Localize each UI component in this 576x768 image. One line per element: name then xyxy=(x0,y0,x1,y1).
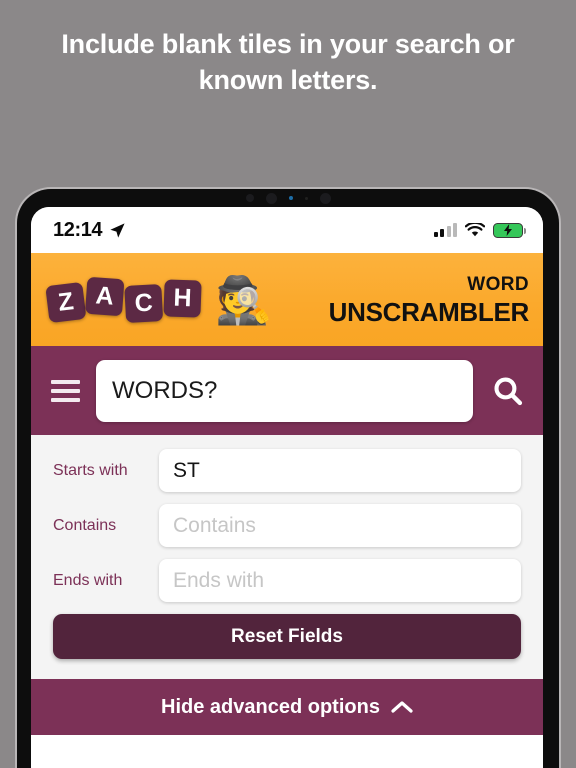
field-row-starts-with: Starts with xyxy=(53,449,521,492)
logo-tile-c: C xyxy=(124,284,164,323)
camera-lens-icon xyxy=(319,192,331,204)
status-bar: 12:14 xyxy=(31,207,543,253)
detective-emoji-icon: 🕵️ xyxy=(215,273,273,326)
ends-with-input[interactable] xyxy=(159,559,521,602)
contains-label: Contains xyxy=(53,516,117,534)
search-input[interactable] xyxy=(96,359,473,422)
camera-lens-icon xyxy=(265,192,277,204)
hide-advanced-options-toggle[interactable]: Hide advanced options xyxy=(31,679,543,735)
search-icon xyxy=(494,376,523,405)
brand-title-unscrambler: UNSCRAMBLER xyxy=(328,296,530,327)
contains-input[interactable] xyxy=(159,504,521,547)
ends-with-label: Ends with xyxy=(53,571,123,589)
app-logo-banner: Z A C H 🕵️ WORD UNSCRAMBLER xyxy=(31,253,543,346)
status-bar-left: 12:14 xyxy=(53,219,126,242)
hide-advanced-options-label: Hide advanced options xyxy=(161,695,380,718)
brand-title-word: WORD xyxy=(467,273,529,295)
search-submit-button[interactable] xyxy=(487,370,529,412)
logo-tile-z: Z xyxy=(45,281,87,324)
starts-with-input[interactable] xyxy=(159,449,521,492)
phone-screen: 12:14 Z A C H 🕵️ WORD UNSCRAMBLER WORDS?… xyxy=(31,207,543,768)
location-arrow-icon xyxy=(110,222,125,238)
proximity-sensor-icon xyxy=(304,196,308,200)
reset-fields-button[interactable]: Reset Fields xyxy=(53,614,521,659)
cellular-signal-icon xyxy=(433,223,457,237)
starts-with-label: Starts with xyxy=(53,461,128,479)
brand-title: WORD UNSCRAMBLER xyxy=(328,273,530,327)
screenshot-root: Include blank tiles in your search or kn… xyxy=(0,0,576,768)
camera-sensor-array xyxy=(17,189,559,207)
logo-tile-a: A xyxy=(84,276,125,317)
status-bar-right xyxy=(433,222,527,238)
field-row-ends-with: Ends with xyxy=(53,559,521,602)
chevron-up-icon xyxy=(391,701,413,713)
phone-device-frame: 12:14 Z A C H 🕵️ WORD UNSCRAMBLER WORDS?… xyxy=(17,189,559,768)
logo-tile-h: H xyxy=(163,279,202,318)
hamburger-menu-icon[interactable] xyxy=(49,376,82,406)
status-bar-clock: 12:14 xyxy=(53,218,103,241)
indicator-light-icon xyxy=(288,196,293,200)
search-bar xyxy=(31,346,543,435)
field-row-contains: Contains xyxy=(53,504,521,547)
promo-heading: Include blank tiles in your search or kn… xyxy=(61,29,515,96)
camera-lens-icon xyxy=(245,194,254,202)
wifi-icon xyxy=(465,222,485,236)
battery-charging-icon xyxy=(493,222,527,238)
logo-letter-tiles: Z A C H xyxy=(45,276,203,324)
advanced-options-form: Starts with Contains Ends with Reset Fie… xyxy=(31,435,543,679)
